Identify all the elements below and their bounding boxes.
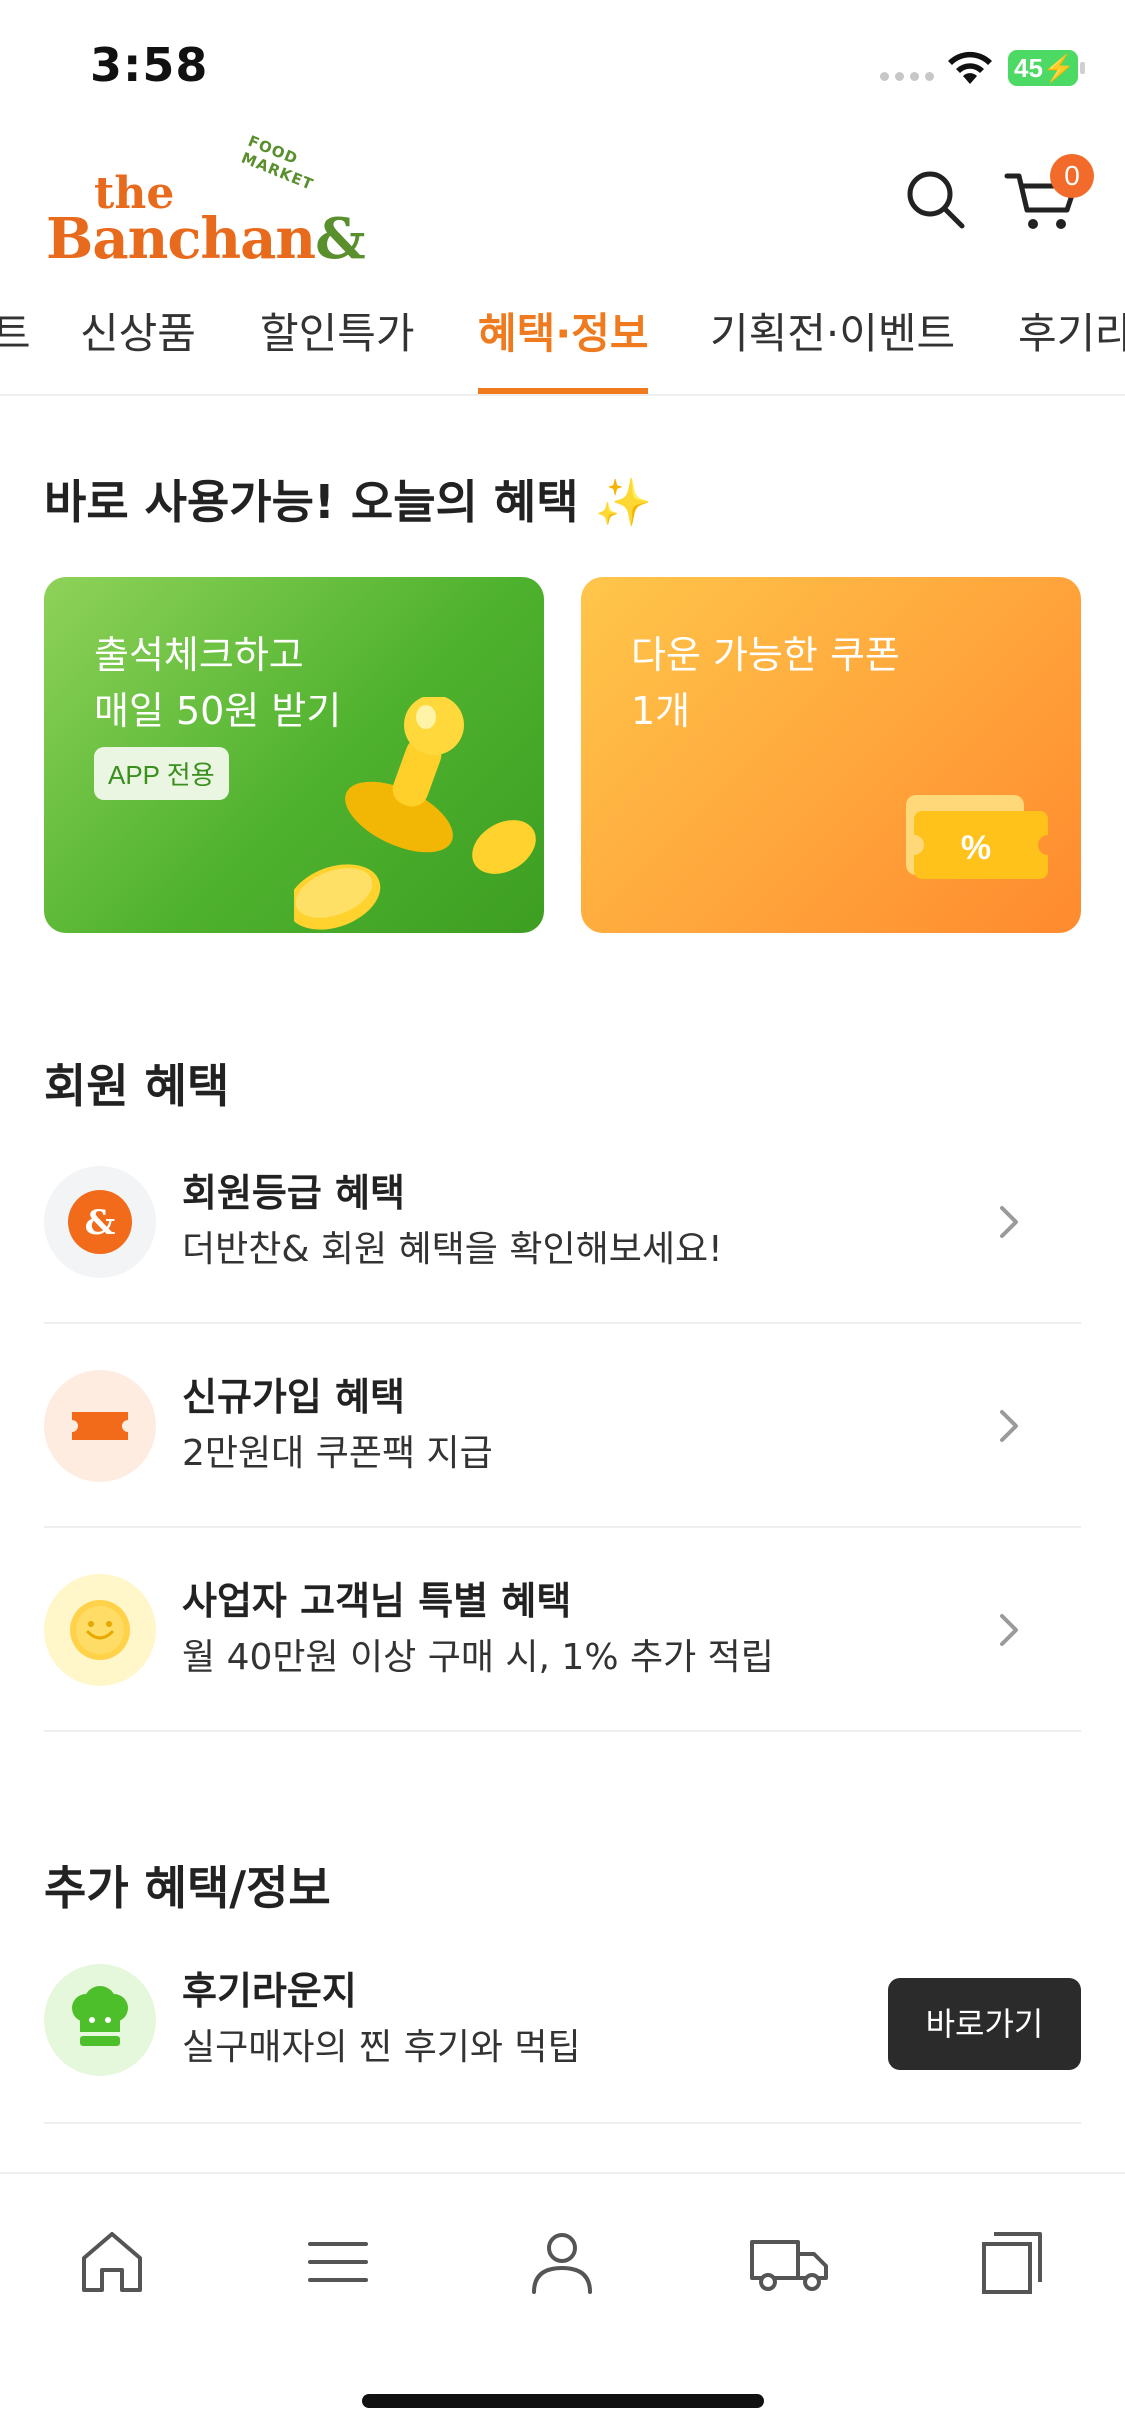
member-grade-benefit-item[interactable]: & 회원등급 혜택 더반찬& 회원 혜택을 확인해보세요!	[44, 1120, 1081, 1324]
tab-benefits-info[interactable]: 혜택·정보	[478, 300, 649, 361]
banchan-logo[interactable]: the Banchan& FOOD MARKET	[46, 132, 366, 272]
category-tabs: 트 신상품 할인특가 혜택·정보 기획전·이벤트 후기라	[0, 290, 1125, 396]
goto-button[interactable]: 바로가기	[888, 1978, 1081, 2070]
stamp-coins-illustration	[294, 697, 536, 930]
tab-partial-left[interactable]: 트	[0, 300, 31, 361]
coupon-card-text: 다운 가능한 쿠폰 1개	[631, 627, 900, 739]
cellular-signal-icon	[880, 72, 934, 81]
attendance-line1: 출석체크하고	[94, 633, 304, 677]
battery-tip	[1080, 62, 1085, 74]
battery-level: 45	[1014, 53, 1043, 83]
new-signup-benefit-item[interactable]: 신규가입 혜택 2만원대 쿠폰팩 지급	[44, 1324, 1081, 1528]
menu-icon[interactable]	[300, 2224, 376, 2300]
member-benefits-title: 회원 혜택	[44, 1059, 230, 1113]
new-signup-subtitle: 2만원대 쿠폰팩 지급	[182, 1433, 493, 1474]
review-lounge-title: 후기라운지	[182, 1969, 357, 2013]
coupon-ticket-icon: %	[906, 795, 1048, 879]
chevron-right-icon	[1000, 1206, 1018, 1238]
svg-text:&: &	[85, 1203, 116, 1243]
today-benefits-title: 바로 사용가능! 오늘의 혜택 ✨	[44, 466, 652, 532]
tab-reviews[interactable]: 후기라	[1018, 300, 1125, 361]
header: the Banchan& FOOD MARKET 0	[0, 132, 1125, 290]
review-lounge-item: 후기라운지 실구매자의 찐 후기와 먹팁 바로가기	[44, 1918, 1081, 2124]
sparkles-icon: ✨	[594, 475, 652, 529]
coupon-line1: 다운 가능한 쿠폰	[631, 633, 900, 677]
logo-banchan: Banchan&	[46, 206, 366, 272]
svg-text:%: %	[961, 829, 991, 867]
review-lounge-subtitle: 실구매자의 찐 후기와 먹팁	[182, 2027, 581, 2068]
search-icon[interactable]	[902, 166, 968, 232]
user-icon[interactable]	[524, 2224, 600, 2300]
status-time: 3:58	[90, 38, 209, 92]
chef-hat-icon	[44, 1964, 156, 2076]
wifi-icon	[948, 51, 992, 84]
delivery-truck-icon[interactable]	[748, 2224, 832, 2300]
cart-count-badge: 0	[1050, 154, 1094, 198]
logo-food-market: FOOD MARKET	[238, 131, 317, 194]
ticket-icon	[44, 1370, 156, 1482]
logo-amp: &	[315, 206, 366, 272]
member-grade-subtitle: 더반찬& 회원 혜택을 확인해보세요!	[182, 1229, 723, 1270]
logo-banchan-text: Banchan	[46, 206, 316, 272]
tab-discount[interactable]: 할인특가	[260, 300, 415, 361]
chevron-right-icon	[1000, 1614, 1018, 1646]
coupon-card[interactable]: 다운 가능한 쿠폰 1개 %	[581, 577, 1081, 933]
chevron-right-icon	[1000, 1410, 1018, 1442]
coin-icon	[44, 1574, 156, 1686]
active-tab-indicator	[478, 388, 648, 394]
app-only-badge: APP 전용	[94, 747, 229, 800]
business-customer-subtitle: 월 40만원 이상 구매 시, 1% 추가 적립	[182, 1637, 774, 1678]
new-signup-title: 신규가입 혜택	[182, 1375, 405, 1419]
extra-benefits-title: 추가 혜택/정보	[44, 1861, 331, 1915]
battery-icon: 45⚡	[1008, 50, 1078, 86]
member-grade-title: 회원등급 혜택	[182, 1171, 405, 1215]
tab-events[interactable]: 기획전·이벤트	[710, 300, 955, 361]
home-indicator	[362, 2394, 764, 2408]
business-customer-benefit-item[interactable]: 사업자 고객님 특별 혜택 월 40만원 이상 구매 시, 1% 추가 적립	[44, 1528, 1081, 1732]
business-customer-title: 사업자 고객님 특별 혜택	[182, 1579, 572, 1623]
attendance-card[interactable]: 출석체크하고 매일 50원 받기 APP 전용	[44, 577, 544, 933]
coupon-line2: 1개	[631, 689, 691, 733]
home-icon[interactable]	[74, 2224, 150, 2300]
today-benefits-title-text: 바로 사용가능! 오늘의 혜택	[44, 475, 579, 529]
recent-items-icon[interactable]	[974, 2224, 1050, 2300]
tab-new-products[interactable]: 신상품	[80, 300, 196, 361]
status-bar: 3:58 45⚡	[0, 0, 1125, 140]
ampersand-icon: &	[44, 1166, 156, 1278]
screen: 3:58 45⚡ the Banchan& FOOD MARKET 0 트 신상…	[0, 0, 1125, 2436]
